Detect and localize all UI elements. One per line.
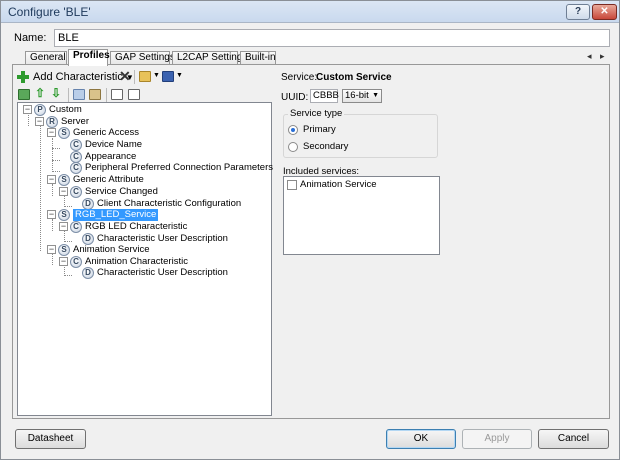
- tree-node-animation-service[interactable]: Animation Service: [73, 244, 150, 256]
- datasheet-button[interactable]: Datasheet: [15, 429, 86, 449]
- collapse-toggle[interactable]: −: [47, 128, 56, 137]
- export-icon[interactable]: [128, 89, 140, 100]
- service-properties: Service: Custom Service UUID: CBBB 16-bi…: [279, 65, 609, 418]
- apply-button[interactable]: Apply: [462, 429, 532, 449]
- tree-node-device-name[interactable]: Device Name: [85, 139, 142, 151]
- name-field[interactable]: [54, 29, 610, 47]
- chevron-down-icon[interactable]: ▼: [176, 72, 183, 79]
- name-label: Name:: [14, 32, 47, 44]
- characteristic-icon: C: [70, 256, 82, 268]
- collapse-toggle[interactable]: −: [59, 187, 68, 196]
- collapse-toggle[interactable]: −: [35, 117, 44, 126]
- tab-l2cap-settings[interactable]: L2CAP Settings: [172, 51, 247, 65]
- profile-icon: P: [34, 104, 46, 116]
- characteristic-icon: C: [70, 221, 82, 233]
- included-services-list[interactable]: Animation Service: [283, 176, 440, 255]
- primary-radio[interactable]: [288, 125, 298, 135]
- service-label: Service:: [281, 72, 318, 83]
- collapse-toggle[interactable]: −: [23, 105, 32, 114]
- help-button[interactable]: ?: [566, 4, 590, 20]
- tree-node-service-changed[interactable]: Service Changed: [85, 186, 158, 198]
- chevron-down-icon[interactable]: ▼: [153, 72, 160, 79]
- service-icon: S: [58, 244, 70, 256]
- collapse-toggle[interactable]: −: [47, 245, 56, 254]
- toolbar-separator: [106, 88, 107, 102]
- tree-node-custom[interactable]: Custom: [49, 104, 82, 116]
- primary-label: Primary: [303, 124, 336, 135]
- service-type-title: Service type: [288, 108, 345, 119]
- move-down-icon[interactable]: ⇩: [51, 86, 61, 100]
- animation-service-checkbox[interactable]: [287, 180, 297, 190]
- collapse-toggle[interactable]: −: [59, 222, 68, 231]
- uuid-field[interactable]: CBBB: [310, 89, 339, 103]
- tab-general[interactable]: General: [25, 51, 67, 65]
- collapse-toggle[interactable]: −: [59, 257, 68, 266]
- import-icon[interactable]: [111, 89, 123, 100]
- delete-icon[interactable]: ✕: [119, 68, 131, 85]
- service-name: Custom Service: [316, 72, 392, 83]
- secondary-label: Secondary: [303, 141, 349, 152]
- open-folder-icon[interactable]: [139, 71, 151, 82]
- paste-icon[interactable]: [89, 89, 101, 100]
- copy-icon[interactable]: [73, 89, 85, 100]
- tab-profiles[interactable]: Profiles: [68, 49, 110, 66]
- service-icon: S: [58, 174, 70, 186]
- save-icon[interactable]: [162, 71, 174, 82]
- cancel-button[interactable]: Cancel: [538, 429, 609, 449]
- service-type-group: Service type Primary Secondary: [283, 108, 438, 158]
- profile-tree[interactable]: − P Custom − R Server − S Generic Access…: [17, 102, 273, 416]
- collapse-toggle[interactable]: −: [47, 210, 56, 219]
- characteristic-icon: C: [70, 139, 82, 151]
- tree-node-generic-access[interactable]: Generic Access: [73, 127, 139, 139]
- add-characteristic-button[interactable]: Add Characteristic ▼: [17, 69, 134, 85]
- characteristic-icon: C: [70, 186, 82, 198]
- profiles-panel: Add Characteristic ▼ ✕ ▼ ▼ ⇧ ⇩ − P Custo…: [12, 64, 610, 419]
- uuid-size-select[interactable]: 16-bit ▼: [342, 89, 382, 103]
- tab-built-in[interactable]: Built-in: [240, 51, 276, 65]
- tab-gap-settings[interactable]: GAP Settings: [110, 51, 175, 65]
- descriptor-icon: D: [82, 267, 94, 279]
- move-up-icon[interactable]: ⇧: [35, 86, 45, 100]
- toolbar-separator: [134, 70, 135, 84]
- uuid-label: UUID:: [281, 92, 309, 103]
- tree-node-generic-attribute[interactable]: Generic Attribute: [73, 174, 144, 186]
- service-icon: S: [58, 127, 70, 139]
- close-button[interactable]: ✕: [592, 4, 617, 20]
- chevron-down-icon: ▼: [372, 92, 379, 99]
- plus-icon: [17, 71, 29, 83]
- tree-node-rgb-led-characteristic[interactable]: RGB LED Characteristic: [85, 221, 187, 233]
- tab-scroll-arrows[interactable]: ◂ ▸: [587, 51, 608, 62]
- ok-button[interactable]: OK: [386, 429, 456, 449]
- expand-all-icon[interactable]: [18, 89, 30, 100]
- animation-service-label: Animation Service: [300, 179, 377, 190]
- toolbar-separator: [68, 88, 69, 102]
- characteristic-icon: C: [70, 162, 82, 174]
- tree-node-peripheral-preferred[interactable]: Peripheral Preferred Connection Paramete…: [85, 162, 273, 174]
- secondary-radio[interactable]: [288, 142, 298, 152]
- add-characteristic-label: Add Characteristic: [33, 71, 123, 83]
- window-title: Configure 'BLE': [8, 5, 91, 19]
- configure-dialog: Configure 'BLE' ? ✕ Name: General Profil…: [0, 0, 620, 460]
- uuid-size-value: 16-bit: [345, 90, 369, 101]
- collapse-toggle[interactable]: −: [47, 175, 56, 184]
- service-icon: S: [58, 209, 70, 221]
- title-bar[interactable]: Configure 'BLE' ? ✕: [1, 1, 619, 23]
- tree-toolbar: Add Characteristic ▼ ✕ ▼ ▼ ⇧ ⇩: [17, 67, 272, 103]
- tree-node-rgb-led-service[interactable]: RGB_LED_Service: [73, 209, 159, 221]
- tree-node-characteristic-user-description[interactable]: Characteristic User Description: [97, 267, 228, 279]
